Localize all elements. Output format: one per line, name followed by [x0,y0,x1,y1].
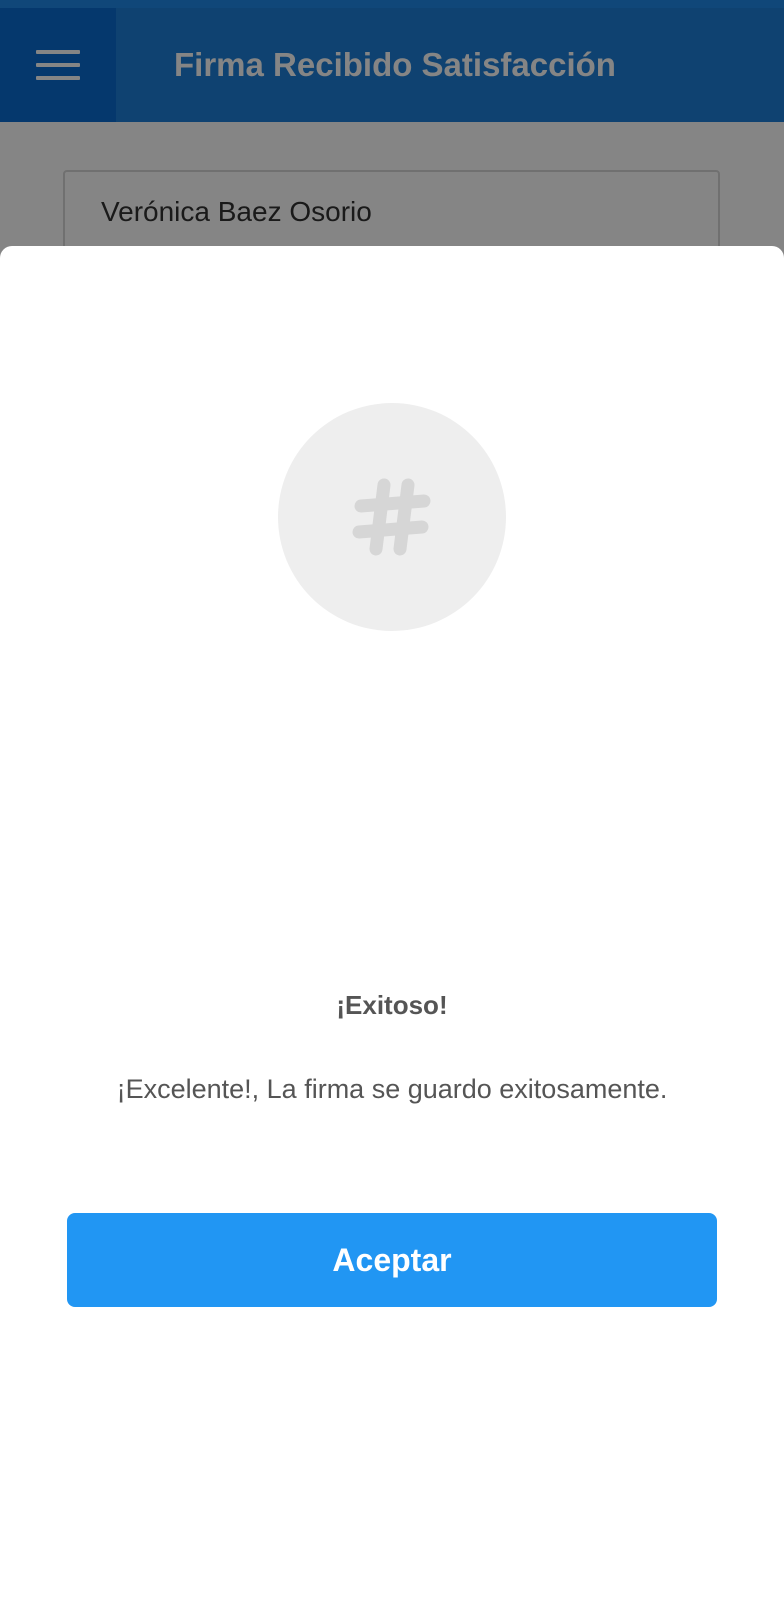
success-dialog: ¡Exitoso! ¡Excelente!, La firma se guard… [0,246,784,1600]
accept-button[interactable]: Aceptar [67,1213,717,1307]
icon-circle [278,403,506,631]
dialog-message: ¡Excelente!, La firma se guardo exitosam… [116,1074,668,1104]
dialog-title: ¡Exitoso! [336,990,448,1020]
hashtag-icon [352,478,431,556]
app-screen: Firma Recibido Satisfacción Verónica Bae… [0,0,784,1600]
